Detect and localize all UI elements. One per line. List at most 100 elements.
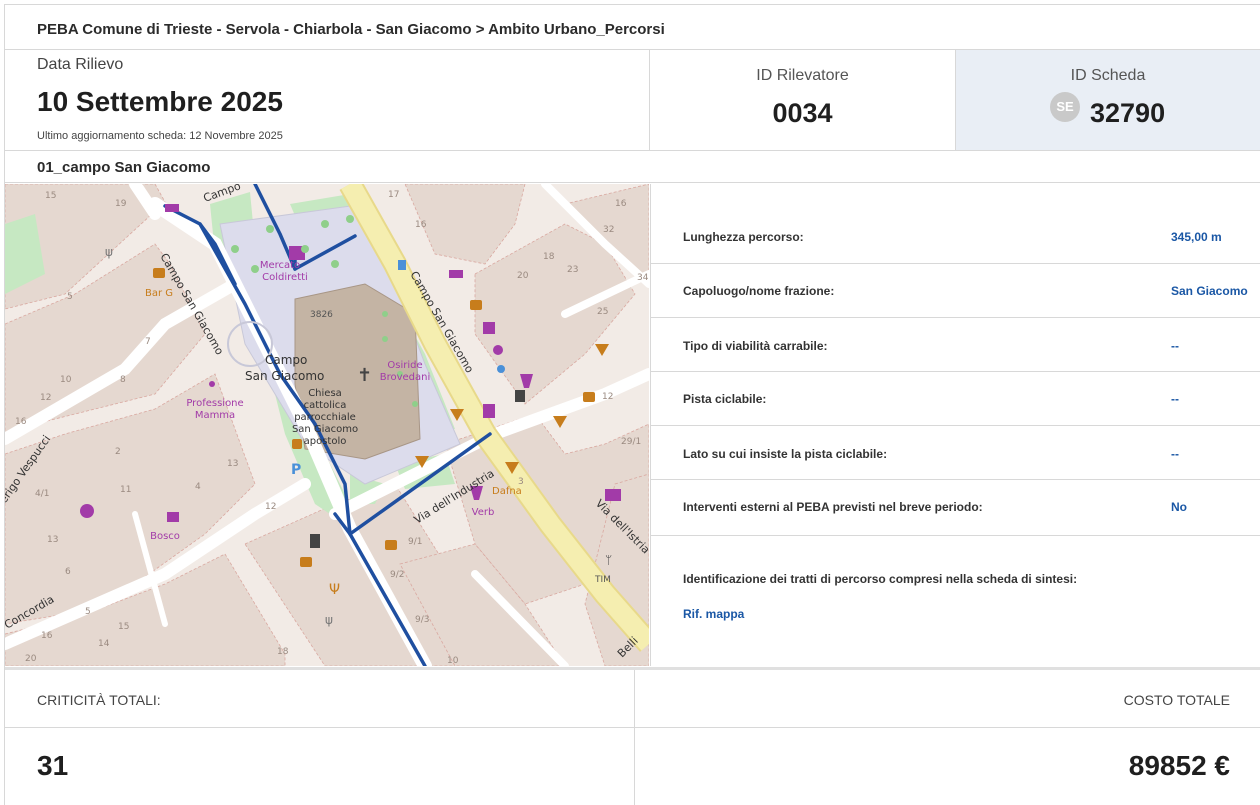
info-key: Tipo di viabilità carrabile:	[683, 339, 828, 353]
info-key: Pista ciclabile:	[683, 392, 767, 406]
header-row: Data Rilievo 10 Settembre 2025 Ultimo ag…	[5, 50, 1260, 151]
svg-text:5: 5	[67, 292, 73, 302]
svg-text:34: 34	[637, 273, 649, 283]
info-value: --	[1171, 447, 1179, 461]
poi-dot	[209, 381, 215, 387]
shop-icon	[167, 512, 179, 522]
survey-date-cell: Data Rilievo 10 Settembre 2025 Ultimo ag…	[5, 50, 650, 150]
sheet-id-value: 32790	[1090, 98, 1166, 128]
last-update-text: Ultimo aggiornamento scheda: 12 Novembre…	[37, 130, 283, 142]
svg-text:23: 23	[567, 265, 578, 275]
route-info-panel: Lunghezza percorso: 345,00 m Capoluogo/n…	[650, 184, 1260, 666]
cafe-icon	[300, 557, 312, 567]
svg-text:apostolo: apostolo	[304, 436, 347, 447]
cafe-icon	[153, 268, 165, 278]
info-key: Capoluogo/nome frazione:	[683, 284, 835, 298]
bar-icon	[553, 416, 567, 428]
totals-value-row: 31 89852 €	[5, 728, 1260, 805]
svg-text:8: 8	[120, 375, 126, 385]
surveyor-id-cell: ID Rilevatore 0034	[650, 50, 956, 150]
svg-text:7: 7	[145, 337, 151, 347]
fish-icon	[493, 345, 503, 355]
sheet-id-cell: ID Scheda SE 32790	[956, 50, 1260, 150]
info-key: Interventi esterni al PEBA previsti nel …	[683, 500, 983, 514]
photo-icon	[605, 489, 621, 501]
info-row-cycle-side: Lato su cui insiste la pista ciclabile: …	[651, 426, 1260, 480]
svg-text:San Giacomo: San Giacomo	[245, 369, 324, 383]
surveyor-id-label: ID Rilevatore	[756, 67, 849, 84]
antenna-icon: ᛘ	[605, 553, 612, 567]
breadcrumb: PEBA Comune di Trieste - Servola - Chiar…	[5, 5, 1260, 50]
totals-header-row: CRITICITÀ TOTALI: COSTO TOTALE	[5, 667, 1260, 728]
svg-text:Mercato: Mercato	[260, 260, 300, 271]
svg-text:3: 3	[518, 477, 524, 487]
cafe-icon	[470, 300, 482, 310]
route-map[interactable]: P ✝ ᛘ ψ ψ Ψ Campo Campo San Giacomo Camp…	[5, 184, 649, 666]
info-row-cycle-lane: Pista ciclabile: --	[651, 372, 1260, 426]
svg-text:15: 15	[45, 191, 56, 201]
identification-label: Identificazione dei tratti di percorso c…	[683, 572, 1078, 586]
totals-divider	[634, 670, 635, 805]
svg-text:6: 6	[65, 567, 71, 577]
svg-text:29/1: 29/1	[621, 437, 641, 447]
info-value: 345,00 m	[1171, 230, 1222, 244]
svg-text:18: 18	[543, 252, 555, 262]
svg-text:16: 16	[615, 199, 627, 209]
info-key: Lunghezza percorso:	[683, 230, 804, 244]
svg-text:9/3: 9/3	[415, 615, 429, 625]
bus-icon	[310, 534, 320, 548]
svg-text:9/2: 9/2	[390, 570, 404, 580]
svg-text:TIM: TIM	[594, 575, 611, 585]
svg-text:Professione: Professione	[186, 398, 243, 409]
cost-value: 89852 €	[1128, 750, 1230, 781]
parking-icon: P	[291, 462, 301, 478]
info-value: San Giacomo	[1171, 284, 1248, 298]
svg-text:cattolica: cattolica	[304, 400, 347, 411]
breadcrumb-text: PEBA Comune di Trieste - Servola - Chiar…	[37, 21, 665, 38]
svg-text:Brovedani: Brovedani	[380, 372, 431, 383]
route-title: 01_campo San Giacomo	[37, 159, 211, 176]
cafe-icon	[385, 540, 397, 550]
svg-text:Campo: Campo	[265, 353, 307, 367]
svg-text:10: 10	[447, 656, 459, 666]
svg-text:15: 15	[118, 622, 129, 632]
antenna-icon: ψ	[325, 613, 333, 627]
shop-icon	[483, 322, 495, 334]
svg-text:parrocchiale: parrocchiale	[294, 412, 356, 423]
svg-text:Mamma: Mamma	[195, 410, 235, 421]
info-row-external-works: Interventi esterni al PEBA previsti nel …	[651, 480, 1260, 536]
shop-icon	[483, 404, 495, 418]
svg-text:16: 16	[41, 631, 53, 641]
svg-text:12: 12	[602, 392, 613, 402]
svg-text:3826: 3826	[310, 310, 333, 320]
criticality-label: CRITICITÀ TOTALI:	[37, 692, 161, 708]
svg-text:11: 11	[120, 485, 131, 495]
svg-text:9/1: 9/1	[408, 537, 422, 547]
info-key: Lato su cui insiste la pista ciclabile:	[683, 447, 888, 461]
cost-label: COSTO TOTALE	[1123, 692, 1230, 708]
svg-text:12: 12	[265, 502, 276, 512]
info-row-length: Lunghezza percorso: 345,00 m	[651, 184, 1260, 264]
svg-text:5: 5	[85, 607, 91, 617]
bakery-icon	[165, 204, 179, 212]
bar-icon	[595, 344, 609, 356]
svg-text:13: 13	[227, 459, 238, 469]
antenna-icon: ψ	[105, 245, 113, 259]
info-value: --	[1171, 339, 1179, 353]
parking-icon	[398, 260, 406, 270]
route-identification: Identificazione dei tratti di percorso c…	[651, 560, 1260, 666]
route-title-row: 01_campo San Giacomo	[5, 151, 1260, 183]
sheet-id-label: ID Scheda	[1070, 67, 1146, 84]
svg-text:Verb: Verb	[472, 507, 495, 518]
tower-icon	[515, 390, 525, 402]
svg-text:4/1: 4/1	[35, 489, 49, 499]
svg-text:Chiesa: Chiesa	[308, 388, 342, 399]
info-row-road-type: Tipo di viabilità carrabile: --	[651, 318, 1260, 372]
svg-text:25: 25	[597, 307, 608, 317]
svg-text:Osiride: Osiride	[387, 360, 422, 371]
map-reference-link[interactable]: Rif. mappa	[683, 607, 744, 621]
fastfood-icon	[583, 392, 595, 402]
criticality-value: 31	[37, 750, 69, 781]
restaurant-icon: Ψ	[329, 582, 340, 598]
info-row-location: Capoluogo/nome frazione: San Giacomo	[651, 264, 1260, 318]
